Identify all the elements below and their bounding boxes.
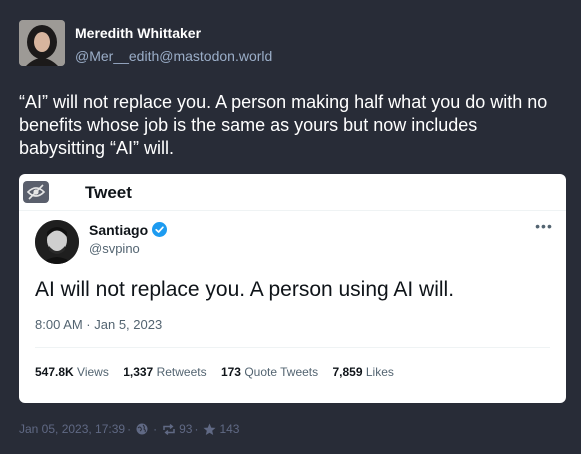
globe-icon [136, 423, 148, 435]
quote-tweets-stat: 173 Quote Tweets [220, 365, 319, 379]
divider [19, 210, 566, 211]
more-icon: ••• [535, 218, 553, 234]
eye-slash-icon[interactable] [23, 181, 49, 203]
separator: · [127, 422, 132, 436]
star-icon[interactable] [203, 423, 216, 436]
tweet-header: Tweet [85, 183, 132, 202]
retweets-stat: 1,337 Retweets [123, 365, 207, 379]
tweet-text: AI will not replace you. A person using … [35, 278, 455, 301]
tweet-timestamp: 8:00 AM · Jan 5, 2023 [35, 317, 163, 332]
tweet-stats: 547.8K Views 1,337 Retweets 173 Quote Tw… [35, 365, 405, 379]
tweet-author-name: Santiago [89, 222, 149, 238]
favourite-count: 143 [219, 422, 240, 436]
views-stat: 547.8K Views [35, 365, 109, 379]
embedded-tweet-image[interactable]: Tweet Santiago @svpino ••• AI will not r… [19, 174, 566, 403]
post-timestamp[interactable]: Jan 05, 2023, 17:39 [19, 422, 125, 436]
verified-icon [152, 222, 167, 237]
status-footer: Jan 05, 2023, 17:39 · · 93 · 143 [19, 422, 239, 436]
status-post: Meredith Whittaker @Mer__edith@mastodon.… [0, 0, 581, 454]
account-handle[interactable]: @Mer__edith@mastodon.world [75, 48, 272, 64]
tweet-avatar [35, 220, 79, 264]
display-name[interactable]: Meredith Whittaker [75, 25, 201, 41]
separator: · [153, 422, 158, 436]
likes-stat: 7,859 Likes [332, 365, 394, 379]
tweet-author-handle: @svpino [89, 241, 140, 256]
divider [35, 347, 550, 348]
separator: · [194, 422, 199, 436]
boost-count: 93 [179, 422, 193, 436]
status-text: “AI” will not replace you. A person maki… [19, 92, 548, 158]
avatar[interactable] [19, 20, 65, 66]
boost-icon[interactable] [162, 423, 176, 435]
